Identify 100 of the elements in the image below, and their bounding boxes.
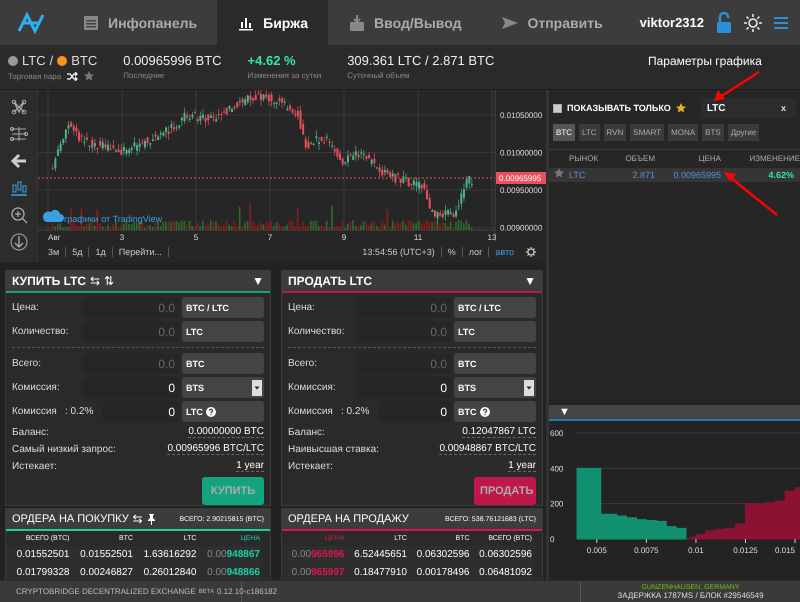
filter-tab[interactable]: Другие [728,124,760,141]
column-header[interactable]: ИЗМЕНЕНИЕ [721,154,800,168]
amount-input[interactable]: 0.0 [81,353,179,374]
collapse-toggle[interactable]: ▼ [252,274,264,288]
column-header[interactable]: ЦЕНА [655,154,721,168]
field-label: Комиссия [288,406,334,417]
quote-currency[interactable]: BTC [71,53,98,68]
fee-input[interactable]: 0 [102,401,179,422]
arrows-icon[interactable]: ⇆ [132,512,143,526]
field-label: Количество: [288,326,346,337]
fee-input[interactable]: 0 [81,377,179,398]
nav-tab[interactable]: Инфопанель [62,0,218,45]
info-label: Баланс: [288,426,325,438]
field-label: Всего: [288,358,318,369]
panel-title: ПРОДАТЬ LTC [288,274,372,288]
username[interactable]: viktor2312 [640,15,704,30]
field-label: Комиссия: [288,382,337,393]
stat-caption: Последние [123,71,166,80]
checkbox[interactable] [553,104,562,112]
table-cell: 0.00178496 [407,564,470,580]
table-cell: 0.01799328 [6,564,70,580]
scale-option[interactable]: лог [462,247,490,257]
download-tray-icon [348,14,366,32]
nav-tab[interactable]: Отправить [481,0,623,45]
scale-option[interactable]: авто [489,247,520,257]
star-icon[interactable] [554,168,564,178]
field-label: Цена: [12,302,40,313]
axis-label: 400 [550,464,564,474]
stat-caption: Изменения за сутки [248,71,322,80]
table-cell: 0.00246827 [70,564,133,580]
field-label: Цена: [288,302,316,313]
pin-icon[interactable] [146,514,156,524]
price-axis-label: 0.01000000 [500,148,542,158]
star-icon[interactable] [84,71,94,81]
help-icon[interactable] [206,406,216,416]
network-icon[interactable] [10,98,28,116]
menu-icon[interactable] [774,16,788,28]
fee-input[interactable]: 0 [357,377,451,398]
shuffle-icon[interactable] [67,72,78,80]
price-axis-label: 0.01050000 [500,111,542,120]
collapse-toggle[interactable]: ▼ [559,406,570,418]
axis-label: 0.0125 [733,546,758,555]
date-axis-label: 11 [414,233,422,242]
filter-tab[interactable]: BTC [553,124,575,141]
amount-input[interactable]: 0.0 [357,321,451,342]
collapse-toggle[interactable]: ▼ [524,274,536,288]
filter-tab[interactable]: RVN [604,124,626,141]
stat-caption: Торговая пара [8,72,62,80]
chart-credit[interactable]: графики от TradingView [64,214,162,224]
filter-tab[interactable]: MONA [668,124,698,141]
amount-input[interactable]: 0.0 [81,297,179,318]
info-label: Баланс: [12,426,49,438]
annotation-arrow [712,70,762,102]
filter-tab[interactable]: SMART [630,124,664,141]
arrow-left-icon[interactable] [10,152,28,170]
settings-icon[interactable] [526,247,536,257]
checkbox-label[interactable]: ПОКАЗЫВАТЬ ТОЛЬКО [567,103,671,113]
amount-input[interactable]: 0.0 [81,321,179,342]
download-icon[interactable] [10,233,28,251]
help-icon[interactable] [480,406,490,416]
panel-title: ОРДЕРА НА ПРОДАЖУ [288,513,409,525]
filter-tab[interactable]: BTS [702,124,724,141]
scale-option[interactable]: % [442,247,463,257]
arrows-icon[interactable]: ⇅ [104,274,114,288]
info-label: Наивысшая ставка: [288,444,379,454]
price-cell: 0.00965997 [282,564,344,580]
nav-tab[interactable]: Биржа [217,0,328,45]
date-axis-label: 5 [194,233,198,242]
price-axis-label: 0.00950000 [500,186,542,195]
annotation-text: Параметры графика [648,54,762,68]
candles-icon[interactable] [10,179,28,197]
search-field[interactable]: LTC x [700,98,796,118]
unlocked-padlock-icon[interactable] [716,12,732,34]
column-header[interactable]: РЫНОК [569,154,615,168]
amount-input[interactable]: 0.0 [357,297,451,318]
market-cell[interactable]: LTC [569,168,615,182]
fee-asset-dropdown[interactable]: BTS [454,377,536,398]
range-button[interactable]: 5д [66,247,90,257]
zoom-in-icon[interactable] [10,206,28,224]
clear-button[interactable]: x [774,102,792,114]
base-currency[interactable]: LTC [22,53,46,68]
fee-asset-dropdown[interactable]: BTS [182,377,264,398]
date-axis-label: 3 [120,233,124,242]
sun-icon[interactable] [744,14,762,32]
logo-icon[interactable] [17,10,45,34]
filter-tab[interactable]: LTC [579,124,600,141]
range-button[interactable]: 1д [89,247,113,257]
sliders-icon[interactable] [10,125,28,143]
fee-input[interactable]: 0 [378,401,451,422]
amount-input[interactable]: 0.0 [357,353,451,374]
arrows-icon[interactable]: ⇆ [90,274,100,288]
date-axis-label: 13 [488,233,496,242]
nav-tab[interactable]: Ввод/Вывод [328,0,482,45]
info-value: 0.12047867 LTC [462,426,536,438]
field-label: Всего: [12,358,42,369]
range-button[interactable]: Перейти... [112,247,169,257]
column-header[interactable]: ОБЪЕМ [615,154,655,168]
axis-label: 0 [550,535,554,544]
range-button[interactable]: 3м [42,247,66,257]
date-axis-label: 7 [268,233,272,242]
